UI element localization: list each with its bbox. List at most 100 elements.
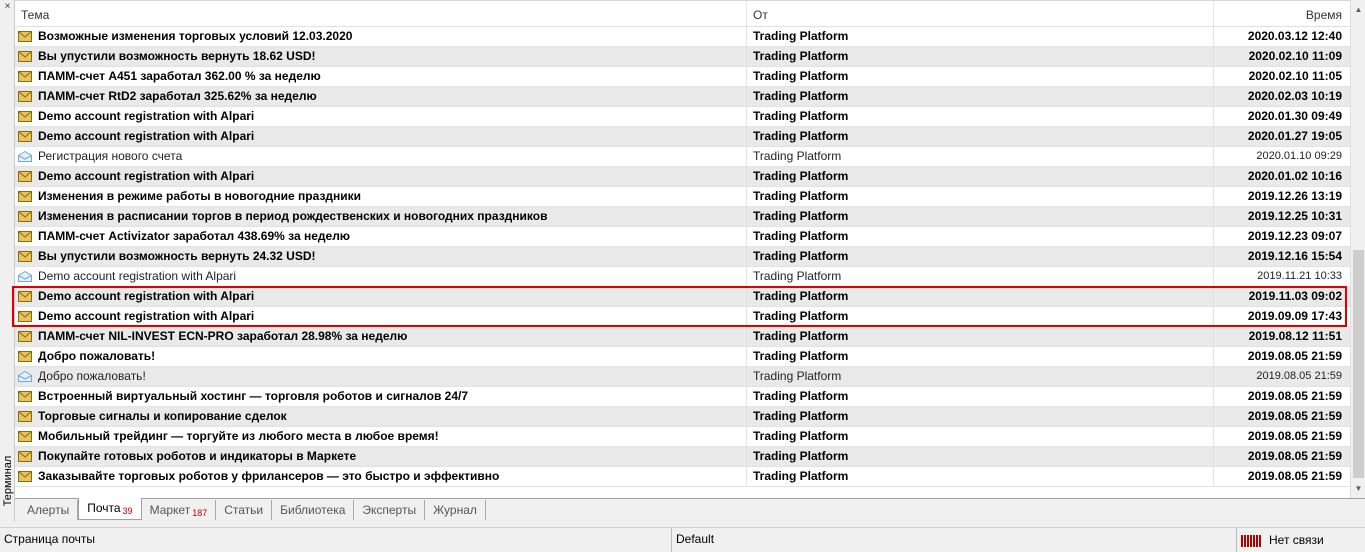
cell-from: Trading Platform: [747, 327, 1214, 346]
mail-subject: Добро пожаловать!: [38, 369, 146, 383]
cell-subject: Возможные изменения торговых условий 12.…: [15, 27, 747, 46]
table-row[interactable]: Мобильный трейдинг — торгуйте из любого …: [15, 427, 1350, 447]
mail-subject: Добро пожаловать!: [38, 349, 156, 363]
cell-time: 2019.08.12 11:51: [1248, 329, 1342, 343]
mail-subject: Мобильный трейдинг — торгуйте из любого …: [38, 429, 439, 443]
tab-2[interactable]: Маркет 187: [142, 500, 217, 520]
envelope-closed-icon: [18, 451, 32, 462]
envelope-closed-icon: [18, 211, 32, 222]
envelope-open-icon: [18, 151, 32, 162]
status-profile: Default: [672, 528, 1237, 552]
table-row[interactable]: Покупайте готовых роботов и индикаторы в…: [15, 447, 1350, 467]
cell-from: Trading Platform: [747, 227, 1214, 246]
tab-5[interactable]: Эксперты: [354, 500, 426, 520]
cell-time: 2020.01.30 09:49: [1247, 109, 1342, 123]
mail-subject: Demo account registration with Alpari: [38, 289, 255, 303]
status-connection[interactable]: Нет связи: [1237, 528, 1365, 552]
cell-time: 2020.01.02 10:16: [1247, 169, 1342, 183]
cell-subject: Мобильный трейдинг — торгуйте из любого …: [15, 427, 747, 446]
table-row[interactable]: Demo account registration with Alpari Tra…: [15, 107, 1350, 127]
cell-subject: Встроенный виртуальный хостинг — торговл…: [15, 387, 747, 406]
tab-0[interactable]: Алерты: [19, 500, 79, 520]
table-row[interactable]: Добро пожаловать! Trading Platform 2019.08…: [15, 367, 1350, 387]
cell-subject: Вы упустили возможность вернуть 18.62 US…: [15, 47, 747, 66]
cell-time: 2020.02.03 10:19: [1247, 89, 1342, 103]
mail-subject: Изменения в расписании торгов в период р…: [38, 209, 548, 223]
cell-from: Trading Platform: [747, 107, 1214, 126]
scroll-up-icon[interactable]: ▲: [1351, 2, 1365, 17]
tab-1[interactable]: Почта 39: [78, 498, 142, 520]
vertical-scrollbar[interactable]: ▲ ▼: [1350, 0, 1365, 498]
mail-subject: Demo account registration with Alpari: [38, 129, 255, 143]
table-row[interactable]: Demo account registration with Alpari Tra…: [15, 307, 1350, 327]
cell-time: 2019.08.05 21:59: [1247, 349, 1342, 363]
status-bar: Страница почты Default Нет связи: [0, 527, 1365, 552]
cell-from: Trading Platform: [747, 167, 1214, 186]
envelope-closed-icon: [18, 411, 32, 422]
cell-subject: Demo account registration with Alpari: [15, 127, 747, 146]
cell-from: Trading Platform: [747, 187, 1214, 206]
tab-label: Библиотека: [280, 503, 346, 517]
mail-rows: Возможные изменения торговых условий 12.…: [15, 27, 1350, 487]
cell-from: Trading Platform: [747, 387, 1214, 406]
column-header-time[interactable]: Время: [1214, 1, 1350, 27]
table-row[interactable]: Demo account registration with Alpari Tra…: [15, 287, 1350, 307]
table-row[interactable]: Demo account registration with Alpari Tra…: [15, 267, 1350, 287]
close-icon[interactable]: ×: [2, 2, 13, 13]
table-row[interactable]: ПАММ-счет NIL-INVEST ECN-PRO заработал 2…: [15, 327, 1350, 347]
table-row[interactable]: ПАММ-счет Activizator заработал 438.69% …: [15, 227, 1350, 247]
column-header-from[interactable]: От: [747, 1, 1214, 27]
cell-from: Trading Platform: [747, 147, 1214, 166]
table-row[interactable]: Demo account registration with Alpari Tra…: [15, 167, 1350, 187]
table-row[interactable]: Торговые сигналы и копирование сделок Tra…: [15, 407, 1350, 427]
cell-from: Trading Platform: [747, 267, 1214, 286]
cell-from: Trading Platform: [747, 347, 1214, 366]
column-header-subject[interactable]: Тема: [15, 1, 747, 27]
scroll-thumb[interactable]: [1353, 250, 1364, 478]
envelope-closed-icon: [18, 391, 32, 402]
tab-4[interactable]: Библиотека: [272, 500, 355, 520]
cell-subject: ПАММ-счет Activizator заработал 438.69% …: [15, 227, 747, 246]
table-row[interactable]: Добро пожаловать! Trading Platform 2019.08…: [15, 347, 1350, 367]
scroll-down-icon[interactable]: ▼: [1351, 481, 1365, 496]
mail-subject: ПАММ-счет Activizator заработал 438.69% …: [38, 229, 351, 243]
table-row[interactable]: ПАММ-счет RtD2 заработал 325.62% за неде…: [15, 87, 1350, 107]
table-row[interactable]: Заказывайте торговых роботов у фрилансер…: [15, 467, 1350, 487]
cell-time: 2019.12.16 15:54: [1247, 249, 1342, 263]
tab-label: Эксперты: [362, 503, 417, 517]
table-row[interactable]: Встроенный виртуальный хостинг — торговл…: [15, 387, 1350, 407]
mail-table: Тема От Время Возможные изменения торгов…: [15, 0, 1350, 498]
cell-time: 2019.11.21 10:33: [1257, 270, 1342, 282]
table-row[interactable]: Вы упустили возможность вернуть 24.32 US…: [15, 247, 1350, 267]
cell-time: 2020.02.10 11:05: [1248, 69, 1342, 83]
table-row[interactable]: ПАММ-счет A451 заработал 362.00 % за нед…: [15, 67, 1350, 87]
cell-from: Trading Platform: [747, 367, 1214, 386]
tab-6[interactable]: Журнал: [425, 500, 486, 520]
cell-from: Trading Platform: [747, 447, 1214, 466]
cell-from: Trading Platform: [747, 87, 1214, 106]
tab-3[interactable]: Статьи: [216, 500, 273, 520]
envelope-open-icon: [18, 271, 32, 282]
cell-subject: Demo account registration with Alpari: [15, 307, 747, 326]
table-row[interactable]: Изменения в расписании торгов в период р…: [15, 207, 1350, 227]
cell-time: 2019.08.05 21:59: [1256, 370, 1342, 382]
table-row[interactable]: Регистрация нового счета Trading Platform…: [15, 147, 1350, 167]
mail-subject: Demo account registration with Alpari: [38, 269, 237, 283]
cell-from: Trading Platform: [747, 207, 1214, 226]
cell-subject: Demo account registration with Alpari: [15, 267, 747, 286]
terminal-tabs: Алерты Почта 39 Маркет 187 Статьи Библиотека Эк…: [15, 498, 1365, 522]
table-row[interactable]: Возможные изменения торговых условий 12.…: [15, 27, 1350, 47]
envelope-closed-icon: [18, 91, 32, 102]
table-row[interactable]: Изменения в режиме работы в новогодние п…: [15, 187, 1350, 207]
cell-subject: Покупайте готовых роботов и индикаторы в…: [15, 447, 747, 466]
cell-time: 2019.08.05 21:59: [1247, 449, 1342, 463]
envelope-closed-icon: [18, 111, 32, 122]
cell-time: 2019.12.23 09:07: [1247, 229, 1342, 243]
cell-time: 2019.08.05 21:59: [1247, 389, 1342, 403]
table-row[interactable]: Demo account registration with Alpari Tra…: [15, 127, 1350, 147]
tab-badge: 39: [122, 506, 133, 516]
table-row[interactable]: Вы упустили возможность вернуть 18.62 US…: [15, 47, 1350, 67]
terminal-label: Терминал: [1, 455, 14, 507]
envelope-closed-icon: [18, 231, 32, 242]
terminal-side-strip: × Терминал: [0, 0, 15, 522]
